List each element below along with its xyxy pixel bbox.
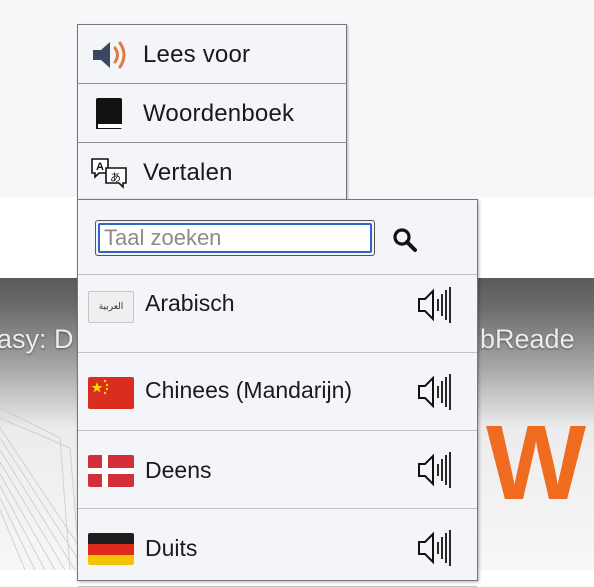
context-menu: Lees voor Woordenboek A あ Vertalen: [77, 24, 347, 201]
menu-item-label: Vertalen: [143, 159, 233, 186]
book-icon: [96, 98, 122, 129]
arabic-flag-icon: العربية: [88, 291, 134, 323]
language-name: Chinees (Mandarijn): [145, 377, 353, 403]
denmark-flag-icon: [88, 455, 134, 487]
menu-item-dictionary[interactable]: Woordenboek: [78, 84, 346, 143]
language-item-german[interactable]: Duits: [78, 509, 477, 587]
language-search-input[interactable]: [98, 223, 372, 253]
germany-flag-icon: [88, 533, 134, 565]
language-name: Duits: [145, 535, 198, 561]
search-box: [95, 220, 375, 256]
audio-speaker-icon[interactable]: [417, 285, 451, 325]
language-name: Arabisch: [145, 290, 235, 316]
language-search-row: [78, 200, 477, 275]
language-submenu: العربية Arabisch Chinees (Mandarijn): [77, 199, 478, 587]
language-item-danish[interactable]: Deens: [78, 431, 477, 509]
svg-text:A: A: [96, 161, 104, 173]
translate-icon: A あ: [91, 158, 127, 189]
audio-speaker-icon[interactable]: [417, 450, 451, 490]
svg-text:あ: あ: [110, 171, 121, 184]
video-title-fragment: bReade: [480, 324, 575, 354]
menu-item-label: Lees voor: [143, 41, 251, 68]
audio-speaker-icon[interactable]: [417, 528, 451, 568]
language-item-chinese[interactable]: Chinees (Mandarijn): [78, 353, 477, 431]
video-title-fragment: asy: D: [0, 324, 74, 354]
menu-item-read-aloud[interactable]: Lees voor: [78, 25, 346, 84]
language-item-arabic[interactable]: العربية Arabisch: [78, 275, 477, 353]
menu-item-translate[interactable]: A あ Vertalen: [78, 143, 346, 201]
search-icon[interactable]: [391, 226, 419, 254]
menu-item-label: Woordenboek: [143, 100, 295, 127]
speaker-icon: [93, 41, 126, 69]
language-name: Deens: [145, 457, 212, 483]
video-logo-letter: W: [486, 404, 587, 522]
china-flag-icon: [88, 377, 134, 409]
audio-speaker-icon[interactable]: [417, 372, 451, 412]
